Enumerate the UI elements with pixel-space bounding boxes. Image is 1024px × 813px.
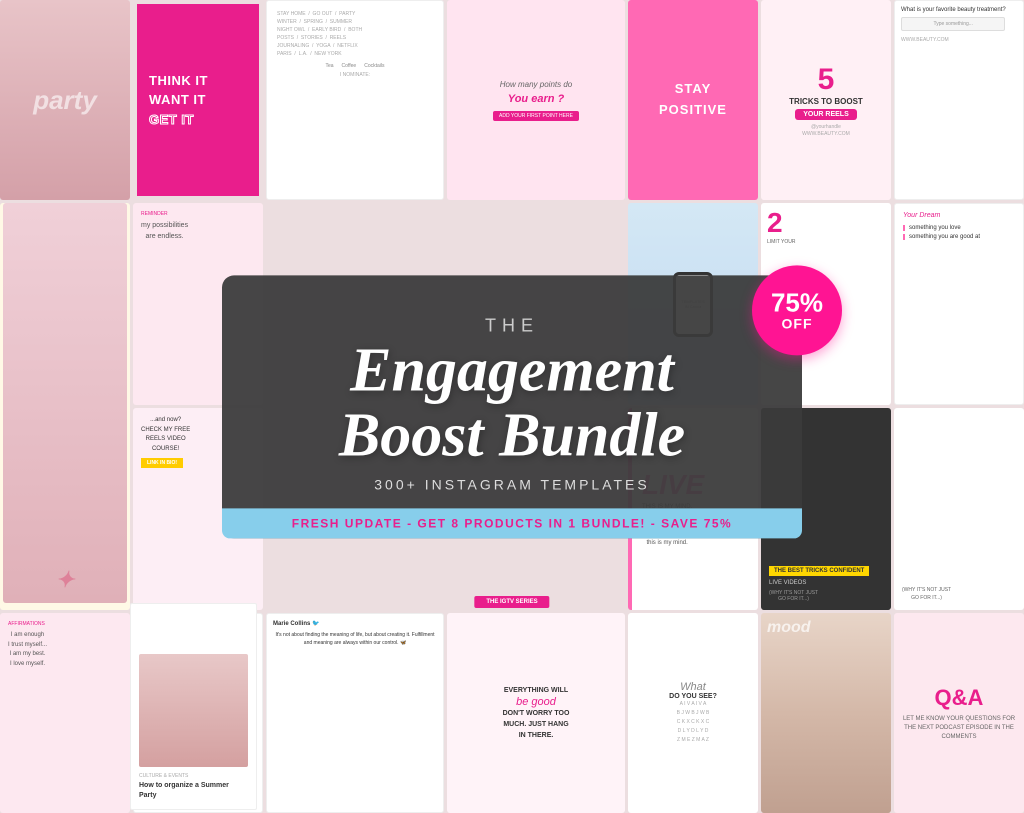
person-photo-card: ✦ [3, 203, 127, 603]
main-title-line1: Engagement Boost Bundle [282, 338, 742, 468]
blog-card: CULTURE & EVENTS How to organize a Summe… [130, 603, 257, 810]
bg-tile-affirmations: AFFIRMATIONS I am enoughI trust myself..… [0, 613, 130, 813]
bg-tile-beauty: What is your favorite beauty treatment? … [894, 0, 1024, 200]
bg-tile-staypositive: STAY POSITIVE [628, 0, 758, 200]
bg-tile-howmany: How many points do You earn ? ADD YOUR F… [447, 0, 625, 200]
bg-tile-notjust: (WHY IT'S NOT JUSTGO FOR IT...) [894, 408, 1024, 610]
discount-badge: 75% OFF [752, 265, 842, 355]
igtv-badge: THE IGTV SERIES [474, 596, 549, 608]
bg-tile-whatdoyousee: What DO YOU SEE? A I V A I V AB J W B J … [628, 613, 758, 813]
main-overlay-box: 75% OFF THE Engagement Boost Bundle 300+… [222, 275, 802, 538]
bg-tile-everything: EVERYTHING WILL be good DON'T WORRY TOOM… [447, 613, 625, 813]
bg-tile-yourdream: Your Dream something you love something … [894, 203, 1024, 405]
bg-tile-party: party [0, 0, 130, 200]
bg-tile-tweet: Marie Collins 🐦 It's not about finding t… [266, 613, 444, 813]
the-label: THE [282, 315, 742, 336]
bg-tile-checklist: STAY HOME / GO OUT / PARTY WINTER / SPRI… [266, 0, 444, 200]
subtitle: 300+ Instagram Templates [282, 476, 742, 492]
bg-tile-think: THINK IT WANT IT GET IT [133, 0, 263, 200]
bg-tile-moodphoto: mood [761, 613, 891, 813]
bg-tile-tricks: 5 TRICKS TO BOOST YOUR REELS @yourhandle… [761, 0, 891, 200]
bg-tile-qa: Q&A LET ME KNOW YOUR QUESTIONS FOR THE N… [894, 613, 1024, 813]
banner-strip: Fresh Update - Get 8 Products in 1 Bundl… [222, 508, 802, 538]
